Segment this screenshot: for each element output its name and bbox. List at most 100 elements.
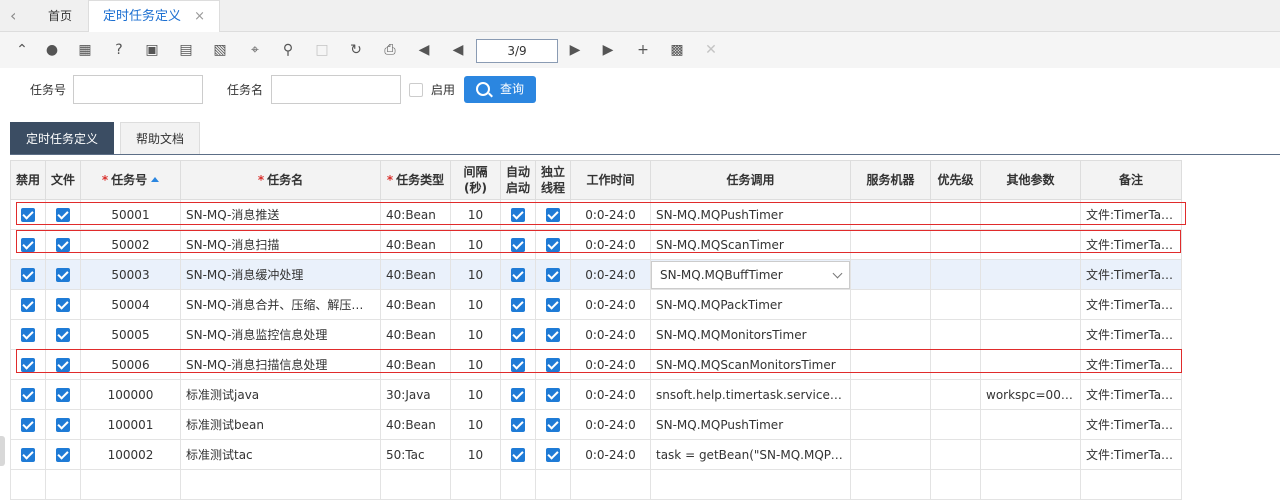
delete-icon[interactable]: ✕: [702, 41, 720, 59]
checkbox-checked-icon[interactable]: [511, 447, 525, 462]
cell-auto-start[interactable]: [500, 409, 536, 440]
sort-asc-icon[interactable]: [151, 177, 160, 182]
col-priority[interactable]: 优先级: [930, 160, 981, 200]
refresh-icon[interactable]: ↻: [347, 41, 365, 59]
clipboard-icon[interactable]: ▧: [211, 41, 229, 59]
cell-auto-start[interactable]: [500, 289, 536, 320]
cell-disabled[interactable]: [10, 289, 46, 320]
table-row[interactable]: 50004 SN-MQ-消息合并、压缩、解压处理 40:Bean 10 0:0-24:0…: [10, 289, 1182, 320]
cell-file[interactable]: [45, 289, 81, 320]
col-task-no[interactable]: * 任务号: [80, 160, 181, 200]
checkbox-checked-icon[interactable]: [511, 387, 525, 402]
col-remark[interactable]: 备注: [1080, 160, 1182, 200]
chevron-up-icon[interactable]: ⌃: [13, 41, 31, 59]
checkbox-checked-icon[interactable]: [56, 267, 70, 282]
checkbox-checked-icon[interactable]: [546, 267, 560, 282]
user-icon[interactable]: ●: [43, 41, 61, 59]
checkbox-checked-icon[interactable]: [511, 327, 525, 342]
cell-file[interactable]: [45, 259, 81, 290]
first-page-icon[interactable]: ◀: [415, 41, 433, 59]
cell-file[interactable]: [45, 439, 81, 470]
checkbox-checked-icon[interactable]: [56, 417, 70, 432]
prev-page-icon[interactable]: ◀: [449, 41, 467, 59]
checkbox-checked-icon[interactable]: [56, 327, 70, 342]
collapse-handle[interactable]: [0, 436, 5, 466]
print-icon[interactable]: ⎙: [381, 41, 399, 59]
save-icon[interactable]: □: [313, 41, 331, 59]
cell-own-thread[interactable]: [535, 259, 571, 290]
task-name-input[interactable]: [271, 75, 401, 104]
tab-timer-task-definition[interactable]: 定时任务定义 ×: [88, 0, 220, 33]
copy-doc-icon[interactable]: ▩: [668, 41, 686, 59]
col-params[interactable]: 其他参数: [980, 160, 1081, 200]
page-indicator-input[interactable]: 3/9: [476, 39, 558, 63]
add-icon[interactable]: +: [634, 41, 652, 59]
cell-invoke[interactable]: SN-MQ.MQBuffTimer: [650, 259, 851, 290]
checkbox-checked-icon[interactable]: [21, 417, 35, 432]
checkbox-checked-icon[interactable]: [56, 447, 70, 462]
invoke-dropdown[interactable]: SN-MQ.MQBuffTimer: [651, 260, 850, 289]
cell-file[interactable]: [45, 409, 81, 440]
col-task-type[interactable]: * 任务类型: [380, 160, 451, 200]
col-own-thread[interactable]: 独立线程: [535, 160, 571, 200]
task-no-input[interactable]: [73, 75, 203, 104]
search-button[interactable]: 查询: [464, 76, 536, 103]
checkbox-checked-icon[interactable]: [511, 297, 525, 312]
cell-disabled[interactable]: [10, 379, 46, 410]
lock-icon[interactable]: ▣: [143, 41, 161, 59]
document-icon[interactable]: ▤: [177, 41, 195, 59]
cell-own-thread[interactable]: [535, 319, 571, 350]
checkbox-checked-icon[interactable]: [56, 297, 70, 312]
cell-auto-start[interactable]: [500, 319, 536, 350]
help-icon[interactable]: ?: [110, 41, 128, 59]
col-server[interactable]: 服务机器: [850, 160, 931, 200]
last-page-icon[interactable]: ▶: [599, 41, 617, 59]
col-task-name[interactable]: * 任务名: [180, 160, 381, 200]
checkbox-checked-icon[interactable]: [511, 267, 525, 282]
cell-auto-start[interactable]: [500, 439, 536, 470]
cell-file[interactable]: [45, 379, 81, 410]
table-row[interactable]: 50003 SN-MQ-消息缓冲处理 40:Bean 10 0:0-24:0 SN-MQ.…: [10, 259, 1182, 290]
checkbox-checked-icon[interactable]: [511, 417, 525, 432]
cell-disabled[interactable]: [10, 409, 46, 440]
checkbox-checked-icon[interactable]: [546, 387, 560, 402]
crop-icon[interactable]: ⌖: [246, 41, 264, 59]
col-disabled[interactable]: 禁用: [10, 160, 46, 200]
col-file[interactable]: 文件: [45, 160, 81, 200]
cell-disabled[interactable]: [10, 319, 46, 350]
cell-own-thread[interactable]: [535, 289, 571, 320]
col-interval[interactable]: 间隔(秒): [450, 160, 501, 200]
cell-own-thread[interactable]: [535, 439, 571, 470]
col-invoke[interactable]: 任务调用: [650, 160, 851, 200]
back-icon[interactable]: ‹: [10, 7, 28, 25]
checkbox-checked-icon[interactable]: [546, 297, 560, 312]
next-page-icon[interactable]: ▶: [566, 41, 584, 59]
tab-home[interactable]: 首页: [36, 0, 84, 32]
table-row[interactable]: 100002 标准测试tac 50:Tac 10 0:0-24:0 task = getB…: [10, 439, 1182, 470]
search-icon[interactable]: ⚲: [279, 41, 297, 59]
col-work-time[interactable]: 工作时间: [570, 160, 651, 200]
checkbox-checked-icon[interactable]: [21, 327, 35, 342]
chevron-down-icon[interactable]: [832, 268, 843, 278]
checkbox-checked-icon[interactable]: [21, 297, 35, 312]
cell-own-thread[interactable]: [535, 409, 571, 440]
checkbox-checked-icon[interactable]: [546, 447, 560, 462]
checkbox-checked-icon[interactable]: [56, 387, 70, 402]
calculator-icon[interactable]: ▦: [76, 41, 94, 59]
col-auto-start[interactable]: 自动启动: [500, 160, 536, 200]
cell-file[interactable]: [45, 319, 81, 350]
checkbox-checked-icon[interactable]: [546, 417, 560, 432]
table-row[interactable]: 100001 标准测试bean 40:Bean 10 0:0-24:0 SN-MQ.MQP…: [10, 409, 1182, 440]
table-row[interactable]: 100000 标准测试java 30:Java 10 0:0-24:0 snsoft.he…: [10, 379, 1182, 410]
cell-disabled[interactable]: [10, 439, 46, 470]
close-icon[interactable]: ×: [194, 1, 205, 32]
checkbox-checked-icon[interactable]: [546, 327, 560, 342]
subtab-help-docs[interactable]: 帮助文档: [120, 122, 200, 154]
cell-own-thread[interactable]: [535, 379, 571, 410]
enabled-checkbox[interactable]: [409, 83, 423, 97]
cell-disabled[interactable]: [10, 259, 46, 290]
cell-auto-start[interactable]: [500, 259, 536, 290]
subtab-timer-task-definition[interactable]: 定时任务定义: [10, 122, 114, 154]
table-row[interactable]: 50005 SN-MQ-消息监控信息处理 40:Bean 10 0:0-24:0 SN-M…: [10, 319, 1182, 350]
checkbox-checked-icon[interactable]: [21, 387, 35, 402]
